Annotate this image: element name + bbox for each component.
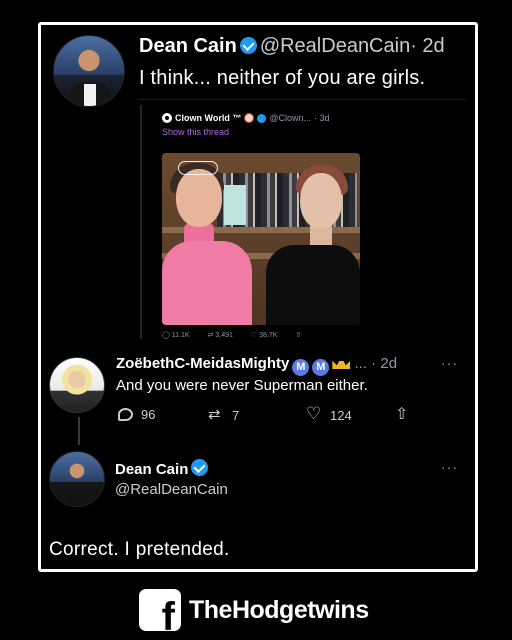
like-button[interactable]: 124 bbox=[306, 404, 352, 424]
heart-icon bbox=[306, 404, 322, 424]
thread-connector bbox=[78, 417, 80, 445]
quoted-reply-count[interactable]: ◯ 11.1K bbox=[162, 331, 190, 339]
reply-text: And you were never Superman either. bbox=[116, 377, 368, 394]
tweet-header: Dean Cain @RealDeanCain· 2d bbox=[139, 35, 445, 58]
reply2-header: Dean Cain bbox=[115, 459, 211, 478]
quoted-age: · 3d bbox=[313, 113, 330, 123]
person-left-face bbox=[176, 169, 222, 227]
dean-cain-avatar[interactable] bbox=[53, 35, 125, 107]
author-handle[interactable]: @RealDeanCain bbox=[260, 35, 410, 57]
clown-world-avatar-icon bbox=[162, 113, 172, 123]
tweet-text: I think... neither of you are girls. bbox=[139, 67, 426, 89]
tweet-card: Dean Cain @RealDeanCain· 2d I think... ne… bbox=[38, 22, 478, 572]
more-options-icon[interactable]: ··· bbox=[441, 459, 458, 475]
dean-cain-avatar[interactable] bbox=[49, 451, 105, 507]
glasses bbox=[178, 161, 218, 175]
reply-icon bbox=[118, 408, 133, 421]
verified-badge-icon bbox=[191, 459, 209, 476]
verified-badge-icon bbox=[257, 113, 267, 123]
reply-header: ZoëbethC-MeidasMighty M M ... · 2d bbox=[116, 355, 397, 376]
m-badge-icon: M bbox=[312, 359, 330, 376]
reply-author-name[interactable]: ZoëbethC-MeidasMighty bbox=[116, 355, 289, 372]
quoted-like-count[interactable]: ♡ 38.7K bbox=[251, 331, 278, 339]
retweet-count: 7 bbox=[232, 407, 240, 423]
facebook-icon: f bbox=[139, 589, 181, 631]
author-name[interactable]: Dean Cain bbox=[139, 35, 237, 57]
m-badge-icon: M bbox=[292, 359, 310, 376]
zoebeth-avatar[interactable] bbox=[49, 357, 105, 413]
poster bbox=[224, 185, 246, 225]
retweet-button[interactable]: 7 bbox=[208, 405, 240, 423]
quoted-account-name: Clown World ™ bbox=[175, 113, 242, 123]
quoted-header: Clown World ™ @Clown... · 3d bbox=[162, 113, 366, 123]
brand-name: TheHodgetwins bbox=[189, 595, 369, 624]
quoted-handle: @Clown... bbox=[269, 113, 311, 123]
quoted-retweet-count[interactable]: ⇄ 3,491 bbox=[208, 331, 233, 339]
clown-icon bbox=[244, 113, 255, 123]
thread-line bbox=[140, 105, 142, 339]
share-icon[interactable]: ⇧ bbox=[295, 331, 301, 339]
more-options-icon[interactable]: ··· bbox=[441, 355, 458, 371]
reply-button[interactable]: 96 bbox=[118, 407, 155, 422]
divider bbox=[139, 99, 467, 100]
reply2-author-name[interactable]: Dean Cain bbox=[115, 461, 188, 478]
person-right-body bbox=[266, 245, 360, 325]
reply-count: 96 bbox=[141, 407, 156, 422]
tweet-age: · 2d bbox=[410, 35, 445, 57]
share-button[interactable] bbox=[394, 404, 410, 424]
like-count: 124 bbox=[330, 407, 352, 423]
reply2-text: Correct. I pretended. bbox=[49, 539, 230, 560]
footer-watermark: f TheHodgetwins bbox=[139, 588, 369, 632]
share-icon bbox=[394, 404, 410, 424]
quoted-video-thumbnail[interactable] bbox=[162, 153, 360, 325]
reply-meta: ... · 2d bbox=[354, 355, 398, 372]
retweet-icon bbox=[208, 405, 224, 423]
person-right-face bbox=[300, 173, 342, 229]
quoted-stats: ◯ 11.1K ⇄ 3,491 ♡ 38.7K ⇧ bbox=[162, 331, 360, 339]
verified-badge-icon bbox=[239, 37, 257, 54]
show-thread-link[interactable]: Show this thread bbox=[162, 127, 366, 137]
crown-icon bbox=[332, 357, 351, 369]
person-left-body bbox=[162, 241, 252, 325]
quoted-tweet[interactable]: Clown World ™ @Clown... · 3d Show this t… bbox=[162, 113, 366, 343]
reply2-handle[interactable]: @RealDeanCain bbox=[115, 481, 228, 498]
